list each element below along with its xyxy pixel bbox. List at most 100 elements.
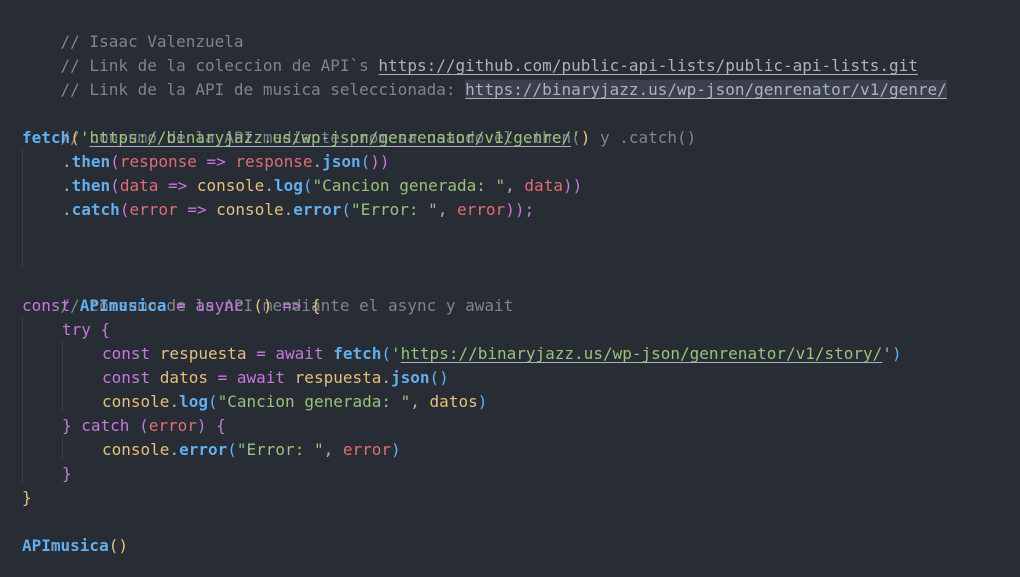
punctuation: . — [169, 440, 180, 459]
method-name: log — [179, 392, 208, 411]
bracket: )) — [562, 176, 583, 195]
indent-guide — [62, 436, 63, 460]
code-line-16[interactable]: const datos = await respuesta.json() — [102, 366, 449, 390]
object-name: console — [216, 200, 284, 219]
punctuation: . — [381, 368, 392, 387]
bracket: ( — [207, 392, 218, 411]
code-line-17[interactable]: console.log("Cancion generada: ", datos) — [102, 390, 487, 414]
keyword: const — [102, 368, 160, 387]
function-name: APImusica — [79, 296, 167, 315]
bracket: )) — [370, 152, 390, 171]
bracket: { — [100, 320, 111, 339]
variable: error — [342, 440, 392, 459]
variable: respuesta — [159, 344, 247, 363]
code-editor[interactable]: // Isaac Valenzuela // Link de la colecc… — [0, 0, 1020, 577]
code-line-9[interactable]: .catch(error => console.error("Error: ",… — [62, 198, 534, 222]
punctuation: . — [62, 176, 72, 195]
keyword: catch — [71, 416, 140, 435]
string: "Cancion generada: " — [217, 392, 411, 411]
punctuation: . — [283, 200, 294, 219]
keyword: await — [275, 344, 334, 363]
bracket: () — [108, 536, 128, 555]
bracket: } — [62, 416, 72, 435]
object-name: respuesta — [294, 368, 382, 387]
indent-guide — [62, 340, 63, 412]
code-line-6[interactable]: fetch('https://binaryjazz.us/wp-json/gen… — [22, 126, 590, 150]
operator: => — [272, 296, 312, 315]
string-quote: ' — [882, 344, 892, 363]
code-line-12[interactable]: // consumo de la API mendiante el async … — [22, 270, 514, 315]
code-line-19[interactable]: console.error("Error: ", error) — [102, 438, 401, 462]
string-quote: ' — [571, 128, 581, 147]
code-line-7[interactable]: .then(response => response.json()) — [62, 150, 390, 174]
operator: = — [246, 344, 276, 363]
code-line-20[interactable]: } — [62, 462, 72, 486]
code-line-8[interactable]: .then(data => console.log("Cancion gener… — [62, 174, 582, 198]
operator: => — [158, 176, 197, 195]
string-quote: ' — [391, 344, 401, 363]
method-name: log — [273, 176, 303, 195]
bracket: ( — [110, 176, 120, 195]
punctuation: . — [312, 152, 323, 171]
punctuation: , — [505, 176, 525, 195]
punctuation: , — [323, 440, 343, 459]
string-quote: ' — [79, 128, 90, 147]
method-name: json — [391, 368, 430, 387]
operator: = — [166, 296, 196, 315]
string-link[interactable]: https://binaryjazz.us/wp-json/genrenator… — [89, 128, 571, 147]
bracket: { — [206, 416, 226, 435]
bracket: } — [62, 464, 72, 483]
bracket: ( — [119, 200, 130, 219]
string: "Error: " — [236, 440, 324, 459]
operator: => — [177, 200, 217, 219]
code-line-5[interactable]: // consumo de la API mediante promesa us… — [22, 102, 697, 147]
bracket: ( — [110, 152, 120, 171]
code-line-3[interactable]: // Link de la API de musica seleccionada… — [22, 54, 947, 99]
keyword: async — [195, 296, 244, 315]
variable: response — [235, 152, 313, 171]
object-name: console — [196, 176, 265, 195]
code-line-21[interactable]: } — [22, 486, 32, 510]
keyword: const — [102, 344, 160, 363]
code-line-15[interactable]: const respuesta = await fetch('https://b… — [102, 342, 902, 366]
object-name: console — [102, 392, 170, 411]
bracket: ) — [477, 392, 488, 411]
punctuation: . — [62, 200, 72, 219]
bracket: ( — [227, 440, 237, 459]
keyword: const — [22, 296, 80, 315]
bracket: ( — [139, 416, 149, 435]
code-line-18[interactable]: } catch (error) { — [62, 414, 226, 438]
code-line-1[interactable]: // Isaac Valenzuela — [22, 6, 244, 51]
bracket: ( — [70, 128, 80, 147]
parameter: response — [119, 152, 197, 171]
bracket: )); — [505, 200, 535, 219]
function-name: fetch — [333, 344, 382, 363]
variable: error — [457, 200, 506, 219]
bracket: ) — [891, 344, 902, 363]
bracket: } — [22, 488, 32, 507]
method-name: catch — [71, 200, 120, 219]
object-name: console — [102, 440, 170, 459]
method-name: then — [71, 176, 111, 195]
bracket: { — [311, 296, 321, 315]
code-line-23[interactable]: APImusica() — [22, 534, 128, 558]
code-line-14[interactable]: try { — [62, 318, 110, 342]
punctuation: . — [169, 392, 180, 411]
code-line-13[interactable]: const APImusica = async () => { — [22, 294, 321, 318]
variable: datos — [429, 392, 478, 411]
parameter: data — [119, 176, 159, 195]
code-line-2[interactable]: // Link de la coleccion de API`s https:/… — [22, 30, 918, 75]
operator: = — [207, 368, 237, 387]
comment-link[interactable]: https://binaryjazz.us/wp-json/genrenator… — [465, 80, 947, 99]
string-link[interactable]: https://binaryjazz.us/wp-json/genrenator… — [401, 344, 883, 363]
method-name: json — [322, 152, 361, 171]
bracket: ) — [580, 128, 591, 147]
bracket: () — [429, 368, 449, 387]
comment: // Link de la API de musica seleccionada… — [60, 80, 466, 99]
punctuation: , — [410, 392, 430, 411]
bracket: ( — [381, 344, 392, 363]
variable: datos — [159, 368, 208, 387]
method-name: error — [293, 200, 342, 219]
